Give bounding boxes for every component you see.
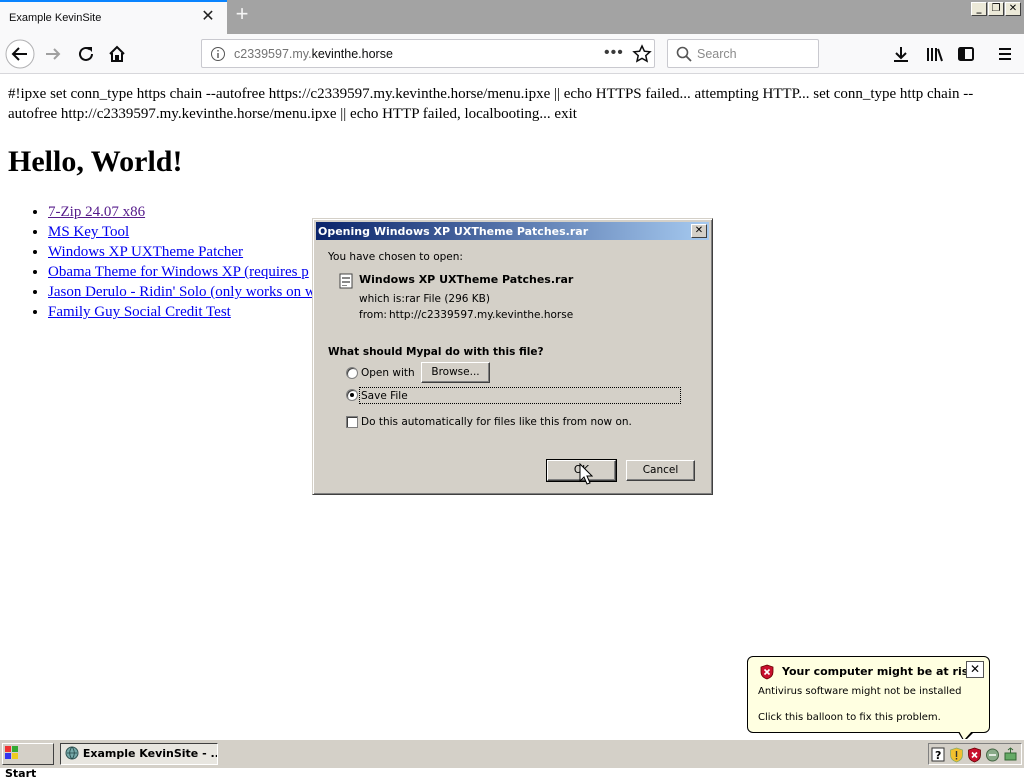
link-uxtheme-patcher[interactable]: Windows XP UXTheme Patcher [48,244,243,260]
reload-icon [79,46,93,61]
start-button[interactable]: Start [2,743,54,780]
list-item: Obama Theme for Windows XP (requires p [48,262,316,282]
back-arrow-icon [5,39,35,69]
home-button[interactable] [101,38,133,70]
dialog-titlebar[interactable]: Opening Windows XP UXTheme Patches.rar ✕ [316,222,709,240]
download-dialog: Opening Windows XP UXTheme Patches.rar ✕… [312,218,713,495]
download-arrow-icon [894,47,908,62]
help-icon[interactable]: ? [931,747,945,762]
balloon-line-2: Click this balloon to fix this problem. [758,712,941,723]
cancel-button[interactable]: Cancel [626,460,695,481]
save-file-radio[interactable] [346,389,358,401]
list-item: Family Guy Social Credit Test [48,302,316,322]
link-7zip[interactable]: 7-Zip 24.07 x86 [48,204,145,220]
from-value: http://c2339597.my.kevinthe.horse [389,309,574,321]
home-icon [109,45,125,62]
tab-close-icon[interactable]: ✕ [198,7,218,27]
search-placeholder: Search [697,47,737,61]
network-icon[interactable] [985,747,1000,763]
balloon-title: Your computer might be at risk [782,665,976,678]
safely-remove-icon[interactable] [1003,747,1018,763]
taskbar: Start Example KevinSite - ... ? [0,739,1024,780]
list-item: Jason Derulo - Ridin' Solo (only works o… [48,282,316,302]
url-bar[interactable]: c2339597.my.kevinthe.horse ••• [201,39,655,68]
search-bar[interactable]: Search [667,39,819,68]
restore-button[interactable]: ❐ [988,2,1004,16]
dialog-title: Opening Windows XP UXTheme Patches.rar [318,225,589,238]
page-heading: Hello, World! [8,145,183,178]
balloon-close-button[interactable]: ✕ [966,661,984,678]
open-with-label: Open with [361,367,415,379]
search-icon [676,46,692,62]
file-type-value: rar File (296 KB) [405,293,490,305]
downloads-button[interactable] [885,38,917,70]
file-name: Windows XP UXTheme Patches.rar [359,273,574,286]
mouse-cursor-icon [579,463,593,485]
menu-button[interactable] [989,38,1021,70]
shield-warning-icon [760,664,774,680]
tab-title: Example KevinSite [9,12,102,24]
tab-example-kevinsite[interactable]: Example KevinSite ✕ [0,0,227,34]
reload-button[interactable] [70,38,102,70]
hamburger-menu-icon [999,48,1011,60]
list-item: 7-Zip 24.07 x86 [48,202,316,222]
browse-button[interactable]: Browse... [421,362,490,383]
save-file-label: Save File [361,390,408,402]
navigation-toolbar: c2339597.my.kevinthe.horse ••• Search [0,34,1024,74]
taskbar-item-label: Example KevinSite - ... [82,747,218,760]
chosen-label: You have chosen to open: [328,251,463,263]
security-balloon[interactable]: Your computer might be at risk ✕ Antivir… [747,656,990,733]
list-item: Windows XP UXTheme Patcher [48,242,316,262]
security-center-icon[interactable] [949,747,964,763]
window-controls: _ ❐ ✕ [971,2,1021,16]
which-is-label: which is: [359,293,405,305]
list-item: MS Key Tool [48,222,316,242]
close-window-button[interactable]: ✕ [1005,2,1021,16]
download-links-list: 7-Zip 24.07 x86 MS Key Tool Windows XP U… [48,202,316,322]
shield-alert-icon[interactable] [967,747,982,763]
link-ms-key-tool[interactable]: MS Key Tool [48,224,129,240]
forward-arrow-icon [46,48,61,60]
library-button[interactable] [918,38,950,70]
file-icon [339,273,353,289]
dialog-close-button[interactable]: ✕ [691,224,707,238]
url-text: c2339597.my.kevinthe.horse [234,47,393,61]
sidebar-icon [958,47,974,61]
link-family-guy-test[interactable]: Family Guy Social Credit Test [48,304,231,320]
svg-text:?: ? [935,749,941,762]
auto-checkbox[interactable] [346,416,358,428]
taskbar-item-browser[interactable]: Example KevinSite - ... [60,743,218,765]
question-label: What should Mypal do with this file? [328,346,544,358]
minimize-button[interactable]: _ [971,2,987,16]
open-with-radio[interactable] [346,367,358,379]
link-jason-derulo[interactable]: Jason Derulo - Ridin' Solo (only works o… [48,284,316,300]
library-icon [927,48,943,62]
back-button[interactable] [4,38,36,70]
browser-app-icon [65,746,79,760]
link-obama-theme[interactable]: Obama Theme for Windows XP (requires p [48,264,309,280]
from-label: from: [359,309,387,321]
system-tray: ? [928,743,1022,765]
bookmark-star-icon[interactable] [632,44,652,64]
url-domain: kevinthe.horse [311,47,393,61]
auto-label: Do this automatically for files like thi… [361,416,632,428]
page-actions-icon[interactable]: ••• [604,44,624,62]
sidebar-button[interactable] [950,38,982,70]
windows-logo-icon [5,746,18,759]
info-icon[interactable] [210,46,226,62]
start-label: Start [5,767,37,780]
balloon-line-1: Antivirus software might not be installe… [758,686,962,697]
forward-button[interactable] [37,38,69,70]
ipxe-script-text: #!ipxe set conn_type https chain --autof… [8,86,974,122]
tab-strip: Example KevinSite ✕ + _ ❐ ✕ [0,0,1024,34]
new-tab-button[interactable]: + [230,3,254,27]
